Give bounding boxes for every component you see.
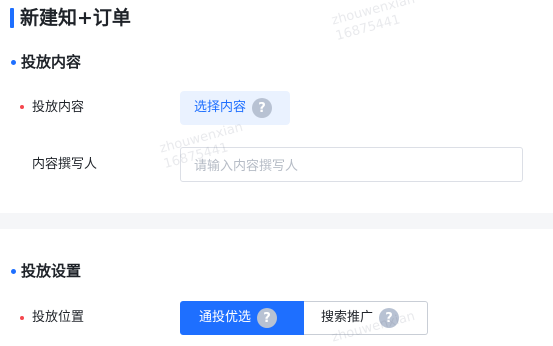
writer-field-label: 内容撰写人 [32,157,98,172]
section-bullet-icon [11,269,16,274]
help-icon[interactable]: ? [379,308,400,328]
position-field-label: 投放位置 [32,310,85,325]
content-field-label: 投放内容 [32,100,85,115]
content-writer-placeholder: 请输入内容撰写人 [194,159,299,174]
section-divider [0,213,553,229]
position-option-search[interactable]: 搜索推广 ? [304,301,428,335]
content-writer-input[interactable]: 请输入内容撰写人 [180,147,523,182]
required-marker-icon [20,105,24,109]
title-accent-bar [10,8,14,28]
position-option-label: 搜索推广 [321,310,374,325]
position-option-label: 通投优选 [199,310,252,325]
required-marker-icon [20,316,24,320]
select-content-button[interactable]: 选择内容 ? [180,91,290,125]
select-content-button-label: 选择内容 [194,100,247,115]
watermark: zhouwenxian 16875441 [330,0,421,45]
help-icon[interactable]: ? [257,308,278,328]
section-title-placement-content: 投放内容 [21,53,82,71]
position-option-general[interactable]: 通投优选 ? [180,301,304,335]
help-icon[interactable]: ? [252,98,273,118]
watermark-name: zhouwenxian [330,0,417,29]
page-title: 新建知+订单 [20,7,131,29]
section-bullet-icon [11,60,16,65]
watermark-id: 16875441 [334,12,402,44]
section-title-placement-settings: 投放设置 [21,262,82,280]
